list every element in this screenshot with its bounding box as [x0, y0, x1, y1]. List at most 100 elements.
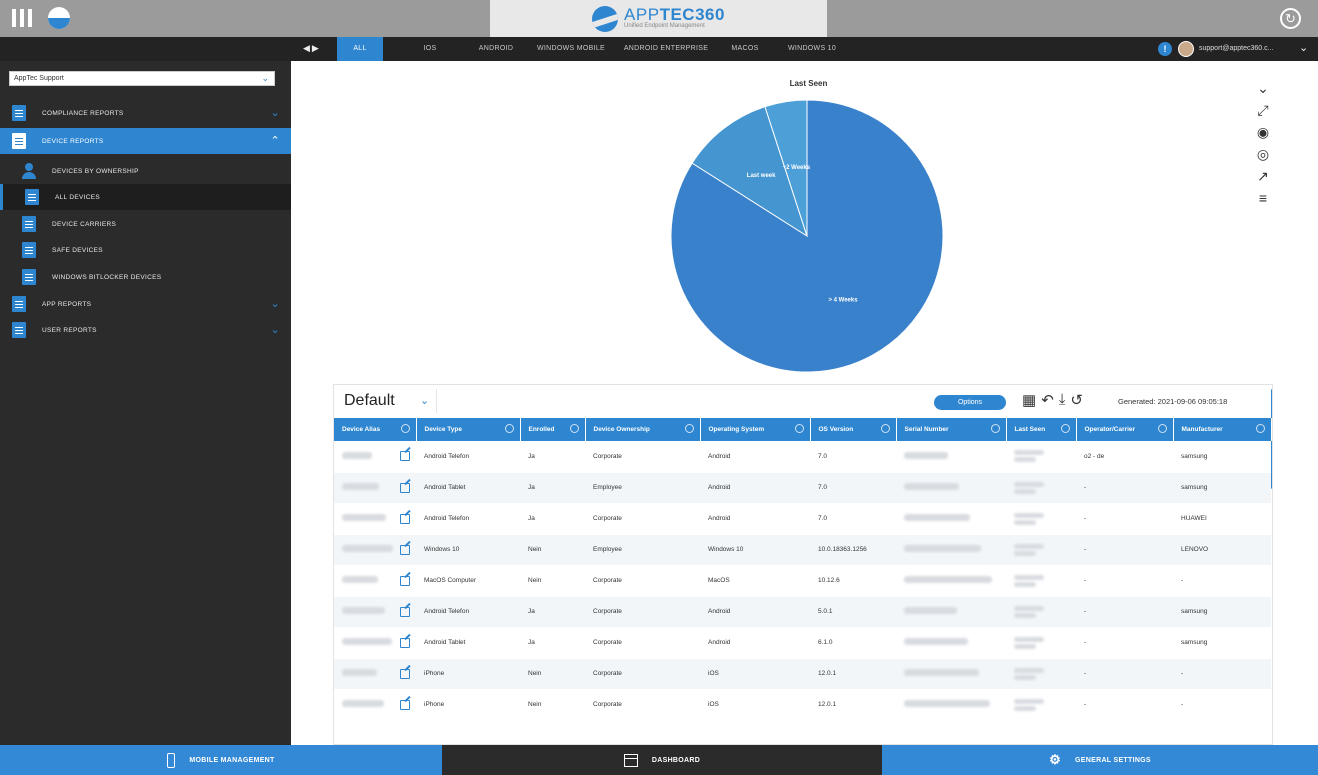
chevron-down-icon[interactable]: ⌄: [270, 323, 280, 336]
table-row[interactable]: Windows 10 Nein Employee Windows 10 10.0.183…: [334, 534, 1271, 566]
redacted-value: [904, 607, 957, 614]
columns-icon[interactable]: ▦: [1022, 391, 1036, 409]
column-header[interactable]: Operator/Carrier: [1076, 418, 1174, 441]
download-icon[interactable]: ⤓: [1059, 391, 1066, 409]
edit-icon[interactable]: [400, 451, 410, 461]
sort-icon[interactable]: [880, 424, 890, 433]
column-header[interactable]: Last Seen: [1006, 418, 1077, 441]
organization-select[interactable]: AppTec Support ⌄: [9, 71, 275, 86]
tab-macos[interactable]: MACOS: [722, 37, 768, 61]
column-header[interactable]: Enrolled: [520, 418, 586, 441]
chevron-down-icon[interactable]: ⌄: [1299, 41, 1308, 54]
sidebar-item-safe-devices[interactable]: SAFE DEVICES: [0, 237, 291, 263]
table-row[interactable]: Android Tablet Ja Employee Android 7.0 - samsu…: [334, 472, 1271, 504]
chevron-down-icon[interactable]: ⌄: [270, 106, 280, 119]
sidebar-item-app-reports[interactable]: APP REPORTS ⌄: [0, 291, 291, 317]
sidebar-item-devices-by-ownership[interactable]: DEVICES BY OWNERSHIP: [0, 158, 291, 184]
redacted-value: [1014, 612, 1036, 618]
edit-icon[interactable]: [400, 699, 410, 710]
sidebar-item-device-carriers[interactable]: DEVICE CARRIERS: [0, 211, 291, 237]
column-header[interactable]: Serial Number: [896, 418, 1007, 441]
options-button[interactable]: Options: [934, 395, 1006, 410]
donut-chart-icon[interactable]: ◎: [1253, 145, 1273, 164]
sort-list-icon[interactable]: ≡: [1253, 189, 1273, 208]
sort-icon[interactable]: [990, 424, 1000, 433]
sort-icon[interactable]: [504, 424, 514, 433]
tab-ios[interactable]: iOS: [415, 37, 445, 61]
sidebar-item-all-devices[interactable]: ALL DEVICES: [0, 184, 291, 210]
table-row[interactable]: Android Telefon Ja Corporate Android 7.0 - HUA…: [334, 503, 1271, 535]
chevron-down-icon[interactable]: ⌄: [420, 394, 429, 407]
table-row[interactable]: MacOS Computer Nein Corporate MacOS 10.12.6 -…: [334, 565, 1271, 597]
table-row[interactable]: Android Telefon Ja Corporate Android 5.0.1 - s…: [334, 596, 1271, 628]
column-header[interactable]: OS Version: [810, 418, 897, 441]
sort-icon[interactable]: [794, 424, 804, 433]
pie-chart-icon[interactable]: ◉: [1253, 123, 1273, 142]
edit-icon[interactable]: [400, 575, 410, 586]
sort-icon[interactable]: [1060, 424, 1070, 433]
table-row[interactable]: Android Telefon Ja Corporate Android 7.0 o2 -…: [334, 441, 1271, 473]
alert-icon[interactable]: !: [1158, 42, 1172, 56]
last-seen-cell: [1006, 627, 1076, 659]
column-header[interactable]: Device Ownership: [585, 418, 701, 441]
tab-scroll-arrows-icon[interactable]: ◀▶: [303, 43, 321, 54]
edit-icon[interactable]: [400, 544, 410, 555]
general-settings-button[interactable]: ⚙ GENERAL SETTINGS: [882, 745, 1318, 775]
serial-number-cell: [896, 503, 1006, 535]
table-row[interactable]: iPhone Nein Corporate iOS 12.0.1 - -: [334, 658, 1271, 690]
cell-ownership: Corporate: [585, 689, 700, 721]
edit-icon[interactable]: [400, 606, 410, 617]
dashboard-logo-icon[interactable]: [48, 7, 70, 29]
menu-icon[interactable]: [12, 9, 34, 27]
dashboard-button[interactable]: DASHBOARD: [442, 745, 882, 775]
edit-icon[interactable]: [400, 668, 410, 679]
sort-icon[interactable]: [1255, 424, 1265, 433]
chevron-down-icon[interactable]: ⌄: [1253, 79, 1273, 98]
tab-all[interactable]: ALL: [337, 37, 383, 61]
column-header[interactable]: Operating System: [700, 418, 811, 441]
table-row[interactable]: Android Tablet Ja Corporate Android 6.1.0 - sa…: [334, 627, 1271, 659]
sort-icon[interactable]: [400, 424, 410, 433]
sidebar-item-user-reports[interactable]: USER REPORTS ⌄: [0, 317, 291, 343]
cell-operator: -: [1076, 472, 1173, 504]
sort-icon[interactable]: [569, 424, 579, 433]
cell-os: MacOS: [700, 565, 810, 597]
tab-android-enterprise[interactable]: ANDROID ENTERPRISE: [618, 37, 714, 61]
sidebar-item-compliance-reports[interactable]: COMPLIANCE REPORTS ⌄: [0, 100, 291, 126]
sort-icon[interactable]: [684, 424, 694, 433]
reply-icon[interactable]: ↶: [1041, 391, 1054, 409]
table-row[interactable]: iPhone Nein Corporate iOS 12.0.1 - -: [334, 689, 1271, 721]
chevron-down-icon[interactable]: ⌄: [270, 297, 280, 310]
cell-type: Android Tablet: [416, 472, 520, 504]
reset-icon[interactable]: ↺: [1070, 391, 1083, 409]
avatar[interactable]: [1178, 41, 1194, 57]
sidebar-item-label: ALL DEVICES: [55, 193, 100, 201]
redacted-value: [1014, 636, 1044, 642]
edit-icon[interactable]: [400, 482, 410, 493]
view-select[interactable]: Default: [344, 392, 395, 410]
bar-chart-icon[interactable]: ↗: [1253, 167, 1273, 186]
tab-android[interactable]: ANDROID: [469, 37, 523, 61]
edit-icon[interactable]: [400, 513, 410, 524]
tab-windows-10[interactable]: WINDOWS 10: [781, 37, 843, 61]
redacted-value: [1014, 512, 1044, 518]
cell-os: Android: [700, 472, 810, 504]
sidebar-item-windows-bitlocker-devices[interactable]: WINDOWS BITLOCKER DEVICES: [0, 264, 291, 290]
edit-icon[interactable]: [400, 637, 410, 648]
cell-type: Windows 10: [416, 534, 520, 566]
last-seen-cell: [1006, 658, 1076, 690]
fullscreen-icon[interactable]: ⤢: [1253, 101, 1273, 120]
mobile-management-button[interactable]: MOBILE MANAGEMENT: [0, 745, 442, 775]
report-icon: [22, 269, 36, 285]
tab-windows-mobile[interactable]: WINDOWS MOBILE: [528, 37, 614, 61]
cell-ownership: Corporate: [585, 658, 700, 690]
user-email[interactable]: support@apptec360.c...: [1199, 37, 1273, 61]
refresh-icon[interactable]: ↻: [1280, 8, 1301, 29]
column-header[interactable]: Manufacturer: [1173, 418, 1272, 441]
redacted-value: [1014, 643, 1036, 649]
column-header[interactable]: Device Alias: [334, 418, 417, 441]
sort-icon[interactable]: [1157, 424, 1167, 433]
chevron-up-icon[interactable]: ⌃: [270, 134, 280, 147]
sidebar-item-device-reports[interactable]: DEVICE REPORTS ⌃: [0, 128, 291, 154]
column-header[interactable]: Device Type: [416, 418, 521, 441]
